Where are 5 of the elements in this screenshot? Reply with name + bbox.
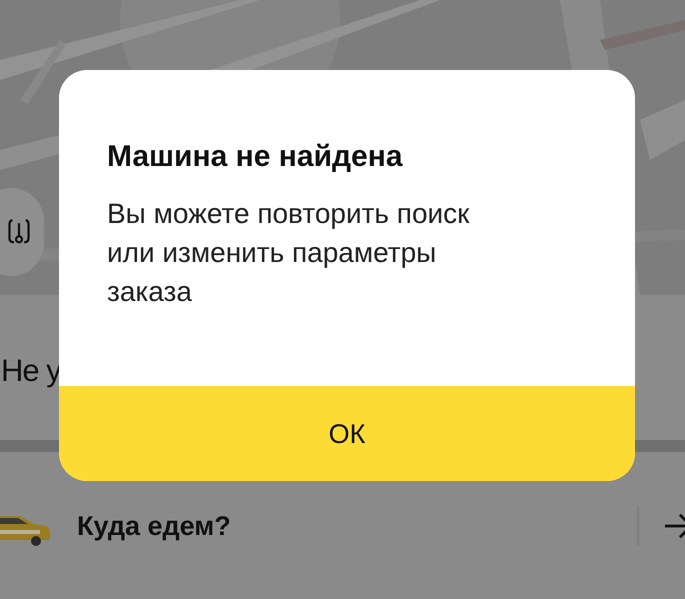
dialog-title: Машина не найдена	[107, 140, 404, 174]
dialog-message: Вы можете повторить поиск или изменить параметры заказа	[107, 197, 470, 309]
ok-button[interactable]: ОК	[59, 386, 635, 481]
arrow-icon[interactable]	[665, 512, 685, 540]
destination-field[interactable]: Куда едем?	[77, 510, 637, 542]
